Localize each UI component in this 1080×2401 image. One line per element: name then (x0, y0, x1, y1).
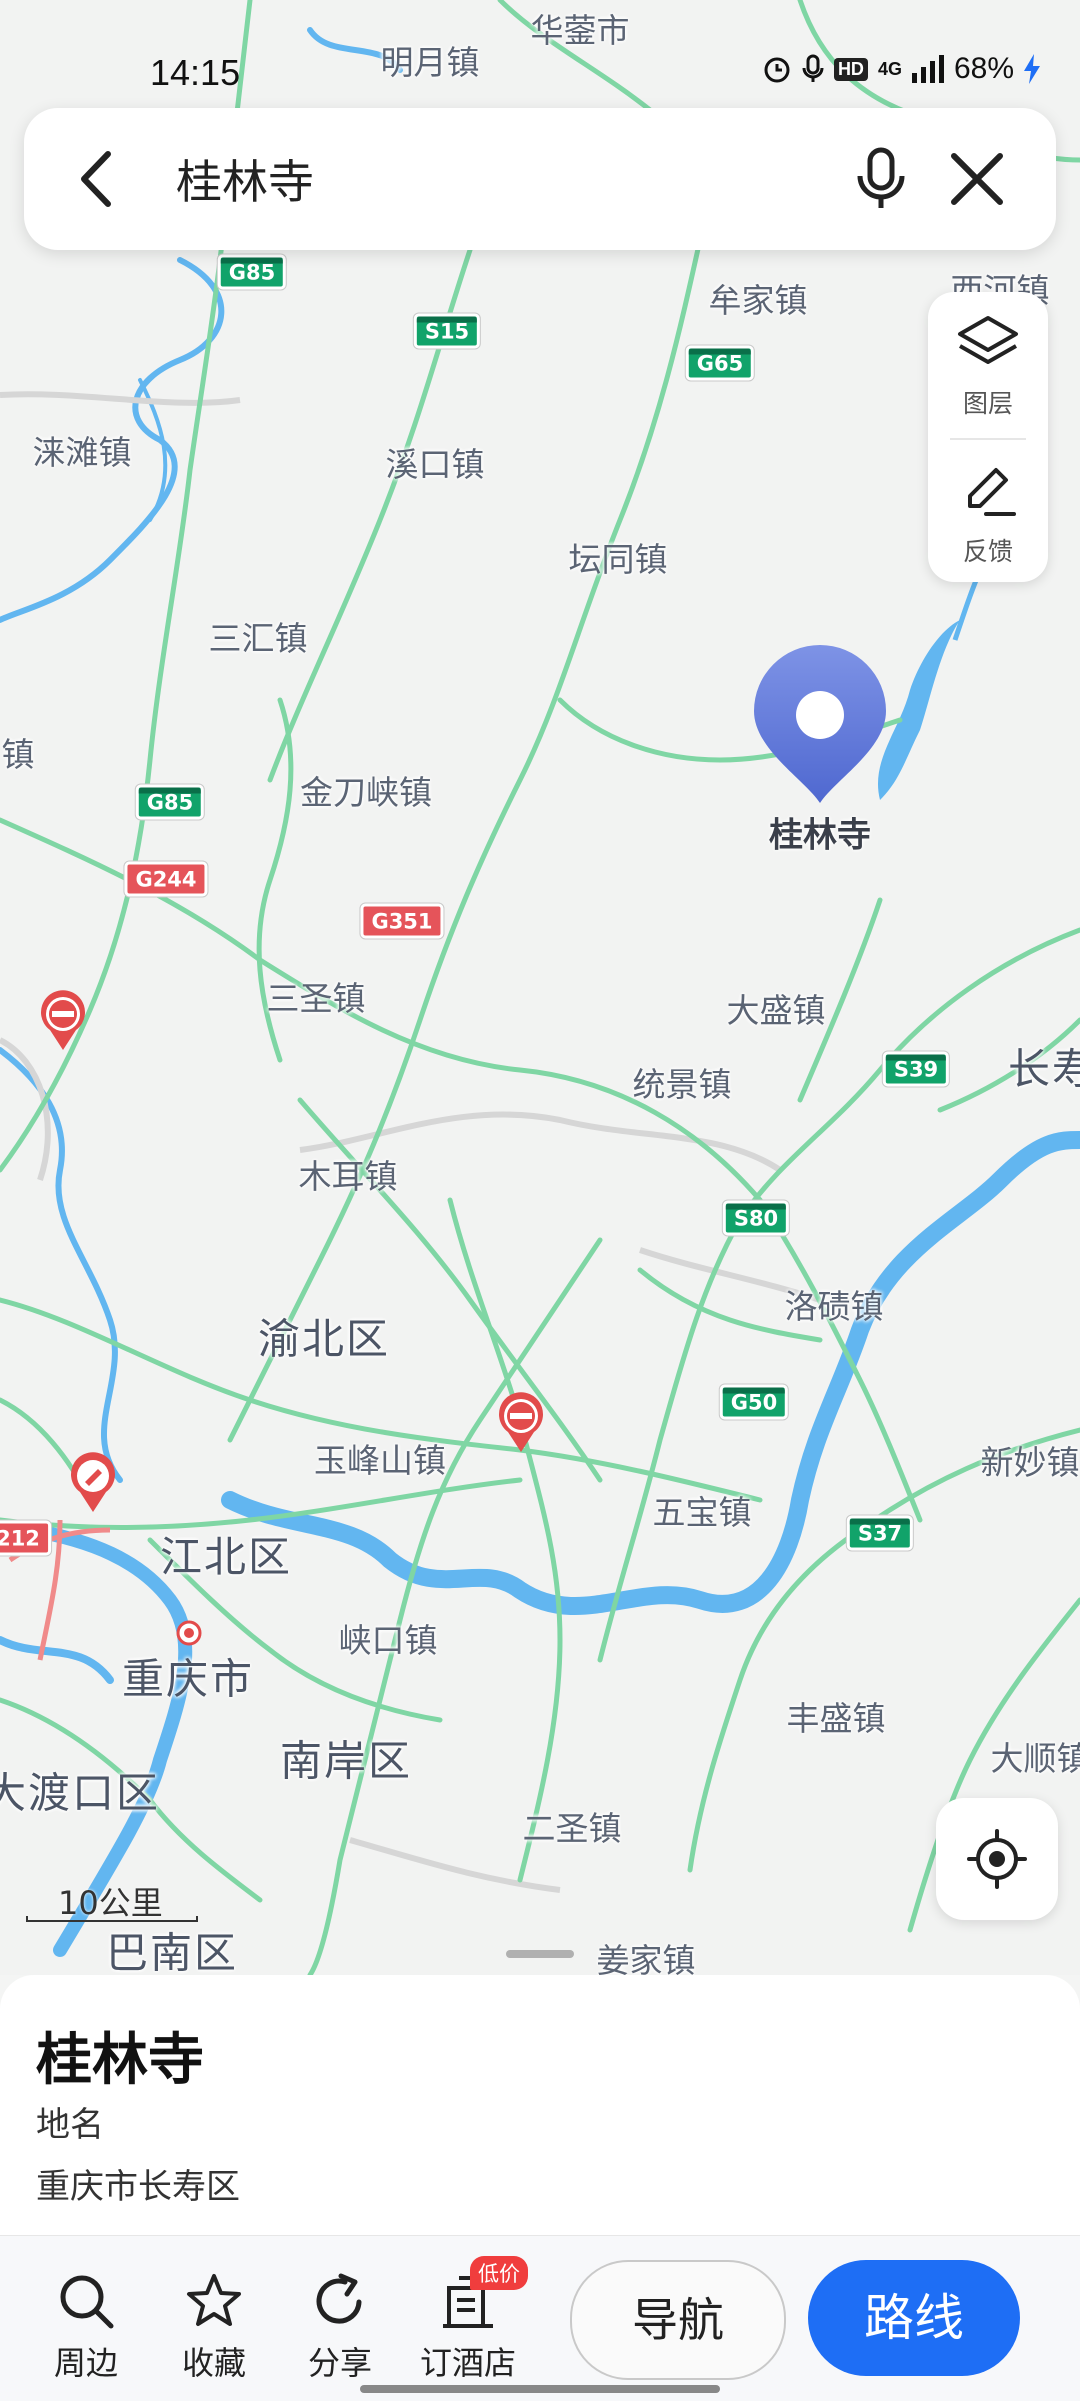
low-price-badge: 低价 (470, 2256, 528, 2290)
road-shield: G85 (136, 785, 204, 820)
navigate-button[interactable]: 导航 (570, 2260, 786, 2380)
signal-icon (912, 55, 944, 83)
nearby-button[interactable]: 周边 (26, 2272, 146, 2384)
map-place-label[interactable]: 三圣镇 (267, 972, 366, 1020)
road-shield: S39 (883, 1052, 949, 1087)
my-location-button[interactable] (936, 1798, 1058, 1920)
road-shield: G351 (360, 904, 443, 939)
scale-bar (26, 1916, 198, 1922)
map-place-label[interactable]: 大顺镇 (991, 1732, 1080, 1780)
alarm-icon (762, 54, 792, 84)
nearby-label: 周边 (26, 2338, 146, 2384)
map-place-label[interactable]: 涞滩镇 (33, 426, 132, 474)
map-place-label[interactable]: 重庆市 (122, 1646, 254, 1707)
map-place-label[interactable]: 丰盛镇 (787, 1692, 886, 1740)
close-icon[interactable] (942, 144, 1012, 214)
favorite-button[interactable]: 收藏 (154, 2272, 274, 2384)
map-place-label[interactable]: 大渡口区 (0, 1760, 160, 1821)
map-place-label[interactable]: 姜家镇 (597, 1934, 696, 1975)
share-icon (311, 2272, 369, 2330)
map-place-label[interactable]: 溪口镇 (386, 438, 485, 486)
map-place-label[interactable]: 牟家镇 (709, 274, 808, 322)
map-place-label[interactable]: 峡口镇 (339, 1614, 438, 1662)
road-shield: G65 (686, 346, 754, 381)
map-side-panel: 图层 反馈 (928, 292, 1048, 582)
back-arrow-icon[interactable] (64, 144, 134, 214)
map-place-label[interactable]: 金刀峡镇 (300, 766, 432, 814)
microphone-status-icon (802, 54, 824, 84)
road-shield: G85 (218, 255, 286, 290)
map-place-label[interactable]: 五宝镇 (653, 1486, 752, 1534)
edit-pencil-icon (956, 460, 1020, 524)
city-center-icon (176, 1620, 202, 1646)
map-place-label[interactable]: 洛碛镇 (785, 1280, 884, 1328)
hotel-button[interactable]: 低价 订酒店 (408, 2272, 528, 2384)
layers-button[interactable]: 图层 (928, 292, 1048, 432)
map-place-label[interactable]: 渝北区 (258, 1306, 390, 1367)
share-button[interactable]: 分享 (280, 2272, 400, 2384)
map-place-label[interactable]: 大盛镇 (727, 984, 826, 1032)
status-bar: 14:15 HD 4G 68% (0, 40, 1080, 104)
map-view[interactable]: 华蓥市 明月镇 牟家镇 西河镇 涞滩镇 溪口镇 坛同镇 三汇镇 金刀峡镇 三圣镇… (0, 0, 1080, 1975)
map-place-label[interactable]: 长寿 (1008, 1036, 1080, 1097)
search-icon (57, 2272, 115, 2330)
status-icons: HD 4G 68% (762, 52, 1040, 86)
map-place-label[interactable]: 江北区 (160, 1524, 292, 1585)
star-icon (185, 2272, 243, 2330)
favorite-label: 收藏 (154, 2338, 274, 2384)
map-place-label[interactable]: 巴南区 (106, 1920, 238, 1976)
hospital-icon[interactable] (68, 1452, 118, 1514)
map-place-label[interactable]: 坛同镇 (569, 533, 668, 581)
hd-voice-icon: HD (834, 58, 868, 81)
map-place-label[interactable]: 三汇镇 (209, 612, 308, 660)
status-time: 14:15 (150, 52, 240, 94)
share-label: 分享 (280, 2338, 400, 2384)
network-type: 4G (878, 59, 902, 80)
map-scale: 10公里 (26, 1878, 196, 1922)
home-indicator[interactable] (360, 2385, 720, 2393)
hotel-label: 订酒店 (408, 2338, 528, 2384)
road-closed-icon[interactable] (496, 1392, 546, 1454)
locate-crosshair-icon (967, 1829, 1027, 1889)
map-place-label[interactable]: 镇 (2, 728, 35, 776)
pin-label: 桂林寺 (769, 808, 871, 857)
voice-search-icon[interactable] (846, 144, 916, 214)
charging-icon (1024, 54, 1040, 84)
place-address: 重庆市长寿区 (36, 2159, 240, 2208)
road-shield: G50 (720, 1385, 788, 1420)
road-shield: S15 (414, 314, 480, 349)
map-place-label[interactable]: 新妙镇 (981, 1436, 1080, 1484)
place-detail-sheet[interactable]: 桂林寺 地名 重庆市长寿区 (0, 1975, 1080, 2235)
road-shield: 212 (0, 1521, 51, 1556)
route-button[interactable]: 路线 (808, 2260, 1020, 2376)
road-shield: S80 (723, 1201, 789, 1236)
sheet-drag-handle[interactable] (506, 1950, 574, 1958)
map-place-label[interactable]: 木耳镇 (299, 1150, 398, 1198)
map-place-label[interactable]: 统景镇 (633, 1058, 732, 1106)
place-name: 桂林寺 (36, 2015, 204, 2096)
layers-label: 图层 (928, 384, 1048, 420)
road-closed-icon[interactable] (38, 990, 88, 1052)
map-place-label[interactable]: 玉峰山镇 (314, 1434, 446, 1482)
road-shield: G244 (124, 862, 207, 897)
map-place-label[interactable]: 南岸区 (280, 1728, 412, 1789)
search-query-text[interactable]: 桂林寺 (176, 146, 314, 212)
battery-percent: 68% (954, 52, 1014, 86)
action-toolbar: 周边 收藏 分享 低价 订酒店 导航 路线 (0, 2235, 1080, 2401)
feedback-button[interactable]: 反馈 (928, 440, 1048, 580)
location-pin-icon[interactable] (752, 645, 888, 805)
search-bar[interactable]: 桂林寺 (24, 108, 1056, 250)
layers-icon (956, 312, 1020, 376)
map-place-label[interactable]: 二圣镇 (523, 1802, 622, 1850)
feedback-label: 反馈 (928, 532, 1048, 568)
place-type: 地名 (36, 2097, 104, 2146)
road-shield: S37 (847, 1516, 913, 1551)
